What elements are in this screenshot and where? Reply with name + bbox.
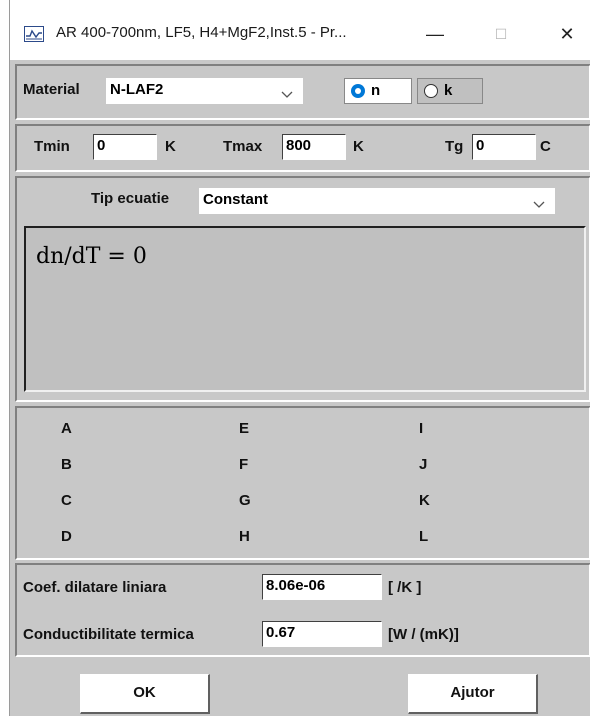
maximize-button[interactable]: ☐ [478, 14, 524, 54]
tg-label: Tg [445, 138, 464, 155]
tmax-label: Tmax [223, 138, 263, 155]
help-button[interactable]: Ajutor [408, 674, 538, 714]
dilatare-input[interactable]: 8.06e-06 [262, 574, 382, 600]
chevron-down-icon [533, 196, 545, 213]
dialog-window: AR 400-700nm, LF5, H4+MgF2,Inst.5 - Pr..… [9, 0, 590, 716]
equation-display: dn/dT = 0 [24, 226, 586, 392]
close-button[interactable]: ✕ [544, 14, 590, 54]
coefficients-panel: A B C D E F G H I J K L [15, 406, 590, 560]
tg-input[interactable]: 0 [472, 134, 536, 160]
material-panel: Material N-LAF2 n k [15, 64, 590, 120]
material-value: N-LAF2 [110, 81, 164, 98]
coef-b: B [61, 456, 72, 473]
coef-j: J [419, 456, 428, 473]
coef-c: C [61, 492, 72, 509]
tmax-input[interactable]: 800 [282, 134, 346, 160]
tmin-unit: K [165, 138, 176, 155]
chevron-down-icon [281, 86, 293, 103]
coef-l: L [419, 528, 429, 545]
dilatare-label: Coef. dilatare liniara [23, 579, 167, 596]
radio-n-label: n [371, 82, 381, 99]
coef-k: K [419, 492, 430, 509]
radio-n[interactable]: n [344, 78, 412, 104]
minimize-button[interactable]: — [412, 14, 458, 54]
tmin-input[interactable]: 0 [93, 134, 157, 160]
coef-g: G [239, 492, 251, 509]
radio-selected-icon [351, 84, 365, 98]
radio-k-label: k [444, 82, 453, 99]
material-select[interactable]: N-LAF2 [106, 78, 303, 104]
conduct-unit: [W / (mK)] [388, 626, 459, 643]
thermal-panel: Coef. dilatare liniara 8.06e-06 [ /K ] C… [15, 563, 590, 657]
dilatare-unit: [ /K ] [388, 579, 422, 596]
ok-button[interactable]: OK [80, 674, 210, 714]
coef-d: D [61, 528, 72, 545]
radio-k[interactable]: k [417, 78, 483, 104]
tmax-unit: K [353, 138, 364, 155]
title-bar: AR 400-700nm, LF5, H4+MgF2,Inst.5 - Pr..… [10, 0, 590, 60]
tg-unit: C [540, 138, 551, 155]
equation-type-value: Constant [203, 191, 268, 208]
coef-h: H [239, 528, 250, 545]
coef-e: E [239, 420, 250, 437]
app-chart-icon [24, 26, 44, 47]
coef-i: I [419, 420, 424, 437]
temperature-panel: Tmin 0 K Tmax 800 K Tg 0 C [15, 124, 590, 172]
equation-formula: dn/dT = 0 [36, 244, 147, 269]
conduct-label: Conductibilitate termica [23, 626, 194, 643]
coef-a: A [61, 420, 72, 437]
tmin-label: Tmin [34, 138, 70, 155]
window-title: AR 400-700nm, LF5, H4+MgF2,Inst.5 - Pr..… [56, 24, 347, 41]
coef-f: F [239, 456, 249, 473]
radio-unselected-icon [424, 84, 438, 98]
conduct-input[interactable]: 0.67 [262, 621, 382, 647]
equation-type-select[interactable]: Constant [199, 188, 555, 214]
equation-type-label: Tip ecuatie [91, 190, 170, 207]
material-label: Material [23, 81, 80, 98]
